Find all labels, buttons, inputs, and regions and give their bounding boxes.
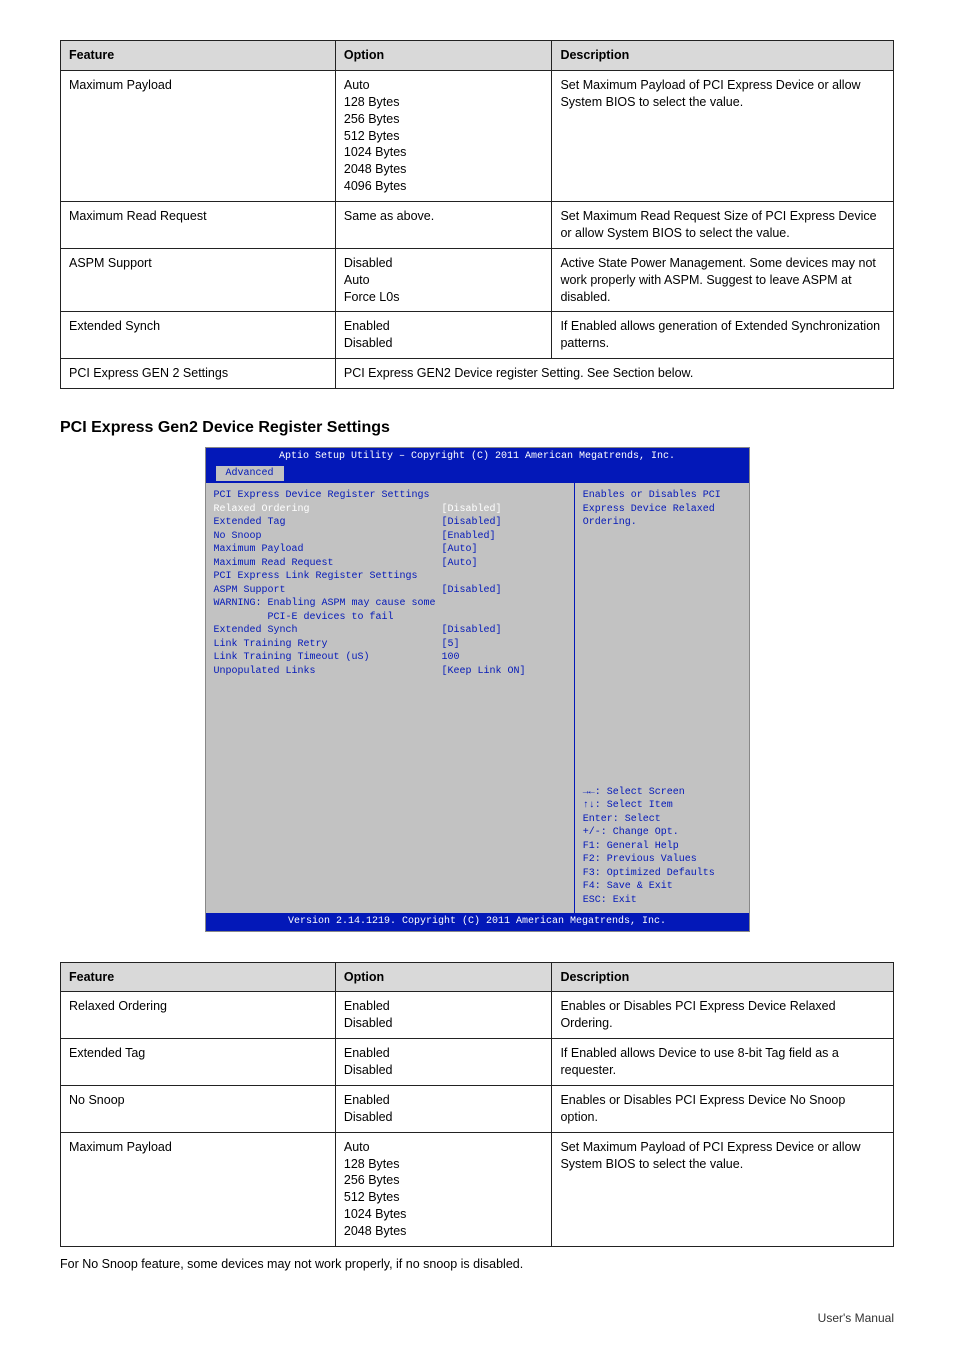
cell-description: Set Maximum Payload of PCI Express Devic… (552, 1132, 894, 1246)
cell-option: Disabled Auto Force L0s (335, 248, 552, 312)
table-header-row: Feature Option Description (61, 41, 894, 71)
cell-description: Set Maximum Read Request Size of PCI Exp… (552, 202, 894, 249)
bios-titlebar: Aptio Setup Utility – Copyright (C) 2011… (206, 448, 749, 466)
table-row: PCI Express GEN 2 SettingsPCI Express GE… (61, 359, 894, 389)
cell-option: Enabled Disabled (335, 1039, 552, 1086)
cell-description-span: PCI Express GEN2 Device register Setting… (335, 359, 893, 389)
bios-body: PCI Express Device Register SettingsRela… (206, 483, 749, 913)
cell-option: Enabled Disabled (335, 1085, 552, 1132)
cell-option: Enabled Disabled (335, 312, 552, 359)
feature-table-2: Feature Option Description Relaxed Order… (60, 962, 894, 1247)
bios-screenshot: Aptio Setup Utility – Copyright (C) 2011… (205, 447, 750, 932)
bios-main-panel: PCI Express Device Register SettingsRela… (206, 483, 575, 913)
cell-option: Auto 128 Bytes 256 Bytes 512 Bytes 1024 … (335, 1132, 552, 1246)
cell-feature: Maximum Payload (61, 1132, 336, 1246)
bios-line: Unpopulated Links [Keep Link ON] (214, 665, 566, 679)
bios-line: PCI-E devices to fail (214, 611, 566, 625)
bios-line: Relaxed Ordering [Disabled] (214, 503, 566, 517)
th-description: Description (552, 41, 894, 71)
table-row: Maximum PayloadAuto 128 Bytes 256 Bytes … (61, 1132, 894, 1246)
th-option: Option (335, 962, 552, 992)
cell-description: Enables or Disables PCI Express Device N… (552, 1085, 894, 1132)
bios-line: Link Training Timeout (uS) 100 (214, 651, 566, 665)
table-row: Extended TagEnabled DisabledIf Enabled a… (61, 1039, 894, 1086)
cell-feature: Extended Tag (61, 1039, 336, 1086)
user-manual-label: User's Manual (818, 1311, 894, 1325)
bios-line: Maximum Payload [Auto] (214, 543, 566, 557)
cell-description: Active State Power Management. Some devi… (552, 248, 894, 312)
table-header-row: Feature Option Description (61, 962, 894, 992)
th-feature: Feature (61, 41, 336, 71)
table-row: No SnoopEnabled DisabledEnables or Disab… (61, 1085, 894, 1132)
bios-line: PCI Express Device Register Settings (214, 489, 566, 503)
bios-line: Extended Tag [Disabled] (214, 516, 566, 530)
cell-description: If Enabled allows Device to use 8-bit Ta… (552, 1039, 894, 1086)
bios-tabs: Advanced (206, 466, 749, 484)
cell-description: Set Maximum Payload of PCI Express Devic… (552, 70, 894, 201)
cell-description: If Enabled allows generation of Extended… (552, 312, 894, 359)
bios-line: PCI Express Link Register Settings (214, 570, 566, 584)
cell-feature: No Snoop (61, 1085, 336, 1132)
bios-line: No Snoop [Enabled] (214, 530, 566, 544)
bios-footer: Version 2.14.1219. Copyright (C) 2011 Am… (206, 913, 749, 931)
bios-line: ASPM Support [Disabled] (214, 584, 566, 598)
cell-feature: ASPM Support (61, 248, 336, 312)
section-heading: PCI Express Gen2 Device Register Setting… (60, 419, 894, 437)
table-row: ASPM SupportDisabled Auto Force L0sActiv… (61, 248, 894, 312)
bios-help-panel: Enables or Disables PCI Express Device R… (575, 483, 749, 913)
th-feature: Feature (61, 962, 336, 992)
cell-feature: Relaxed Ordering (61, 992, 336, 1039)
cell-feature: Maximum Read Request (61, 202, 336, 249)
table-row: Extended SynchEnabled DisabledIf Enabled… (61, 312, 894, 359)
bios-help-text: Enables or Disables PCI Express Device R… (583, 489, 741, 530)
bios-line: WARNING: Enabling ASPM may cause some (214, 597, 566, 611)
cell-option: Enabled Disabled (335, 992, 552, 1039)
table-row: Maximum Read RequestSame as above.Set Ma… (61, 202, 894, 249)
cell-option: Auto 128 Bytes 256 Bytes 512 Bytes 1024 … (335, 70, 552, 201)
nosnoop-footnote: For No Snoop feature, some devices may n… (60, 1257, 894, 1271)
cell-feature: Extended Synch (61, 312, 336, 359)
cell-feature: PCI Express GEN 2 Settings (61, 359, 336, 389)
cell-feature: Maximum Payload (61, 70, 336, 201)
bios-line: Extended Synch [Disabled] (214, 624, 566, 638)
table-row: Relaxed OrderingEnabled DisabledEnables … (61, 992, 894, 1039)
th-description: Description (552, 962, 894, 992)
bios-tab-advanced[interactable]: Advanced (216, 466, 284, 482)
cell-option: Same as above. (335, 202, 552, 249)
bios-help-keys: →←: Select Screen ↑↓: Select Item Enter:… (583, 786, 741, 908)
table-row: Maximum PayloadAuto 128 Bytes 256 Bytes … (61, 70, 894, 201)
bios-line: Maximum Read Request [Auto] (214, 557, 566, 571)
feature-table-1: Feature Option Description Maximum Paylo… (60, 40, 894, 389)
bios-line: Link Training Retry [5] (214, 638, 566, 652)
th-option: Option (335, 41, 552, 71)
cell-description: Enables or Disables PCI Express Device R… (552, 992, 894, 1039)
